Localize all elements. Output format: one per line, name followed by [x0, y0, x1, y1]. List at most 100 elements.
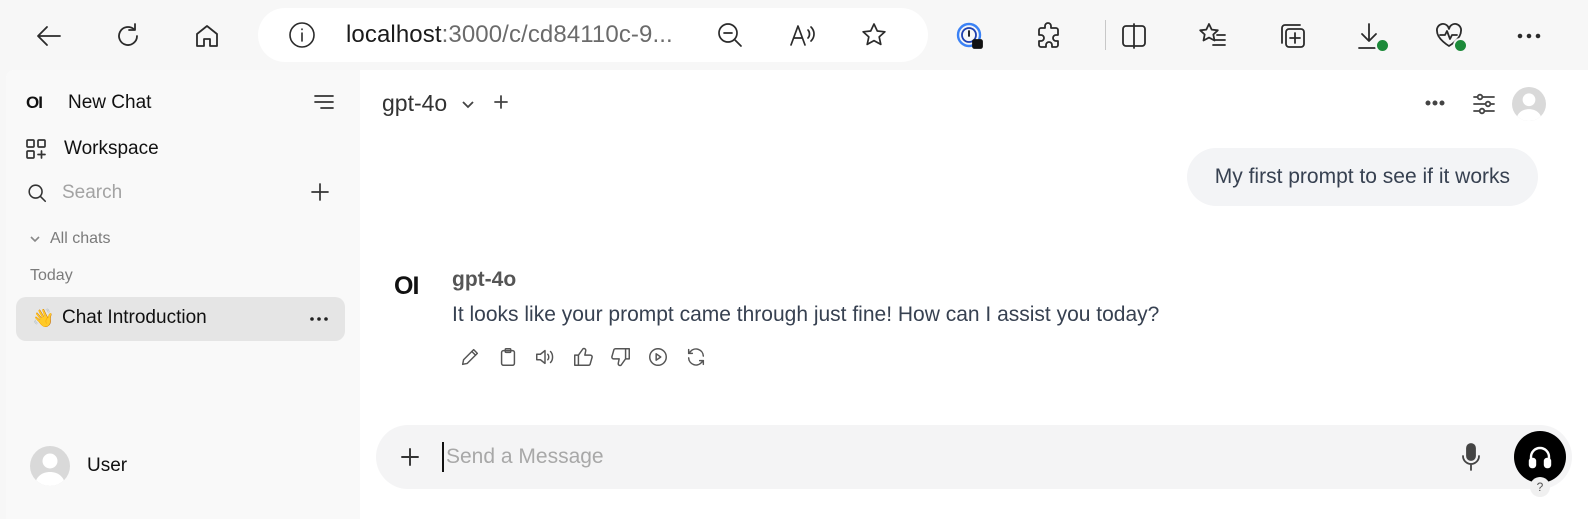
add-model-button[interactable]	[492, 93, 510, 111]
more-horizontal-icon	[310, 317, 328, 321]
menu-lines-icon	[314, 95, 334, 109]
new-folder-button[interactable]	[308, 180, 332, 204]
continue-response-button[interactable]	[645, 344, 671, 370]
clipboard-icon	[500, 348, 516, 366]
copy-button[interactable]	[495, 344, 521, 370]
split-screen-icon	[1122, 23, 1146, 49]
model-name: gpt-4o	[382, 90, 448, 116]
headphones-icon	[1528, 446, 1552, 469]
app-logo: OI	[26, 93, 43, 112]
bad-response-button[interactable]	[608, 344, 634, 370]
user-avatar[interactable]	[30, 446, 70, 486]
refresh-icon	[687, 348, 705, 366]
chevron-down-icon	[30, 236, 40, 243]
read-aloud-button[interactable]	[786, 20, 818, 50]
plus-icon	[494, 95, 508, 109]
workspace-link[interactable]: Workspace	[24, 134, 324, 164]
favorites-icon	[1199, 23, 1226, 46]
extensions-icon	[1038, 22, 1059, 48]
chat-options-button[interactable]	[307, 307, 331, 331]
pencil-icon	[461, 348, 479, 366]
more-horizontal-icon	[1425, 100, 1445, 106]
browser-toolbar: localhost:3000/c/cd84110c-9...	[0, 0, 1588, 70]
all-chats-label: All chats	[50, 230, 111, 247]
assistant-avatar: OI	[394, 272, 419, 300]
browser-menu-button[interactable]	[1507, 14, 1551, 58]
new-chat-label: New Chat	[68, 92, 152, 113]
split-screen-button[interactable]	[1112, 14, 1156, 58]
collections-icon	[1281, 24, 1305, 48]
password-manager-icon	[956, 22, 983, 49]
url-path: :3000/c/cd84110c-9...	[441, 21, 673, 48]
grid-icon	[24, 137, 48, 161]
url-text[interactable]: localhost:3000/c/cd84110c-9...	[346, 21, 673, 49]
password-manager-button[interactable]	[948, 14, 992, 58]
model-selector[interactable]: gpt-4o	[360, 70, 560, 130]
read-aloud-icon	[790, 25, 815, 46]
search-icon	[26, 182, 48, 204]
thumbs-up-icon	[574, 347, 593, 366]
microphone-icon	[1462, 443, 1480, 471]
zoom-out-icon	[718, 23, 742, 47]
essentials-status-badge	[1453, 38, 1468, 53]
favorites-button[interactable]	[1191, 14, 1235, 58]
toolbar-divider	[1105, 20, 1106, 50]
new-chat-button[interactable]: OI New Chat	[16, 88, 306, 118]
read-aloud-button[interactable]	[532, 344, 558, 370]
plus-icon	[311, 183, 329, 201]
extensions-button[interactable]	[1027, 14, 1071, 58]
plus-icon	[401, 448, 419, 466]
user-silhouette-icon	[1516, 93, 1542, 121]
chat-emoji: 👋	[32, 308, 55, 328]
address-bar[interactable]: localhost:3000/c/cd84110c-9...	[258, 8, 928, 62]
user-message-bubble: My first prompt to see if it works	[1186, 148, 1538, 206]
chat-title: Chat Introduction	[62, 307, 207, 328]
add-favorite-button[interactable]	[858, 20, 890, 50]
thumbs-down-icon	[611, 348, 630, 367]
user-silhouette-icon	[35, 453, 65, 486]
refresh-icon	[118, 23, 138, 46]
chat-controls-button[interactable]	[1471, 91, 1497, 117]
assistant-name: gpt-4o	[452, 268, 517, 291]
back-button[interactable]	[27, 14, 71, 58]
site-info-button[interactable]	[288, 21, 316, 49]
chevron-down-icon	[462, 101, 474, 109]
collections-button[interactable]	[1271, 14, 1315, 58]
workspace-label: Workspace	[64, 138, 159, 159]
back-icon	[37, 26, 61, 46]
user-name[interactable]: User	[87, 455, 127, 477]
voice-input-button[interactable]	[1456, 441, 1486, 473]
voice-mode-button[interactable]	[1514, 431, 1566, 483]
today-label: Today	[30, 267, 73, 284]
home-icon	[196, 25, 218, 47]
assistant-message: It looks like your prompt came through j…	[452, 303, 1160, 326]
favorite-star-icon	[862, 23, 886, 46]
search-placeholder: Search	[62, 182, 123, 203]
speaker-icon	[536, 349, 554, 365]
sidebar-toggle-button[interactable]	[312, 90, 336, 114]
zoom-out-button[interactable]	[714, 20, 746, 50]
profile-avatar[interactable]	[1512, 87, 1546, 121]
message-input[interactable]	[442, 442, 1422, 472]
attach-button[interactable]	[396, 443, 424, 471]
play-circle-icon	[649, 348, 667, 366]
home-button[interactable]	[185, 14, 229, 58]
chat-more-button[interactable]	[1423, 91, 1447, 115]
good-response-button[interactable]	[570, 344, 596, 370]
message-composer	[376, 425, 1572, 489]
edit-button[interactable]	[457, 344, 483, 370]
all-chats-toggle[interactable]: All chats	[28, 230, 110, 248]
refresh-button[interactable]	[106, 14, 150, 58]
info-icon	[289, 22, 315, 48]
downloads-status-badge	[1375, 38, 1390, 53]
chat-list-item[interactable]: 👋 Chat Introduction	[16, 297, 345, 341]
date-group-heading: Today	[30, 267, 73, 285]
regenerate-button[interactable]	[683, 344, 709, 370]
help-button[interactable]: ?	[1530, 477, 1550, 497]
more-icon	[1517, 33, 1541, 39]
search-field[interactable]: Search	[26, 178, 296, 208]
sliders-icon	[1473, 93, 1495, 115]
chat-main: gpt-4o My first prompt to see if it work…	[360, 70, 1588, 519]
sidebar: OI New Chat Workspace Search All chats T	[6, 70, 360, 519]
app-window: OI New Chat Workspace Search All chats T	[6, 70, 1588, 519]
